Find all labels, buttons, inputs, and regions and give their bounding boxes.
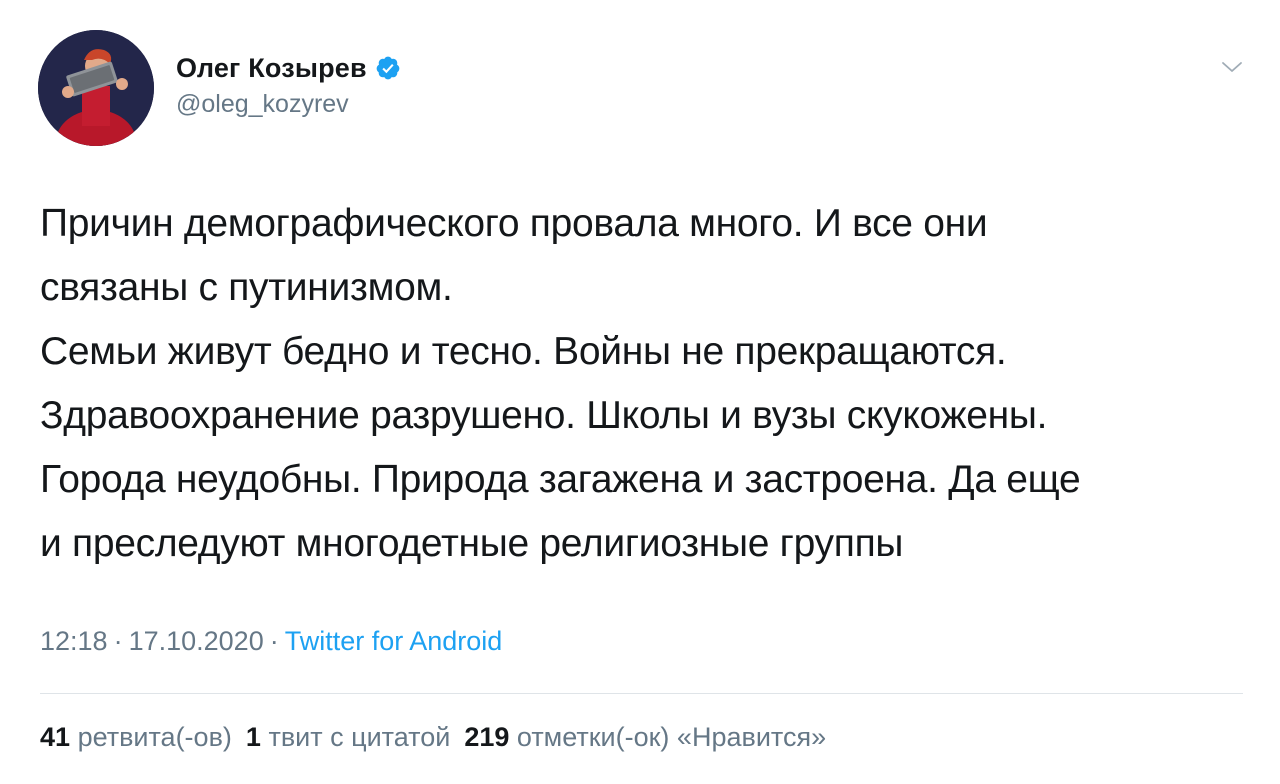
tweet-text-line: связаны с путинизмом. xyxy=(40,266,453,309)
tweet-text-line: Семьи живут бедно и тесно. Войны не прек… xyxy=(40,330,1007,373)
author-name-row: Олег Козырев xyxy=(176,50,401,86)
avatar[interactable] xyxy=(38,30,154,146)
author-handle[interactable]: @oleg_kozyrev xyxy=(176,90,349,119)
tweet-text-line: и преследуют многодетные религиозные гру… xyxy=(40,522,904,565)
tweet-text-line: Причин демографического провала много. И… xyxy=(40,202,988,245)
quotes-stat[interactable]: 1 твит с цитатой xyxy=(246,722,450,752)
retweets-stat[interactable]: 41 ретвита(-ов) xyxy=(40,722,232,752)
likes-label: отметки(-ок) «Нравится» xyxy=(516,722,827,752)
retweets-label: ретвита(-ов) xyxy=(77,722,232,752)
likes-stat[interactable]: 219 отметки(-ок) «Нравится» xyxy=(464,722,826,752)
tweet-source-link[interactable]: Twitter for Android xyxy=(285,626,503,656)
quotes-count: 1 xyxy=(245,722,261,752)
user-photo-icon xyxy=(38,30,154,146)
retweets-count: 41 xyxy=(40,722,71,752)
tweet-text: Причин демографического провала много. И… xyxy=(40,192,1250,576)
tweet-date[interactable]: 17.10.2020 xyxy=(129,626,264,656)
divider xyxy=(40,693,1243,694)
tweet-meta: 12:18 · 17.10.2020 · Twitter for Android xyxy=(40,626,502,657)
author-name[interactable]: Олег Козырев xyxy=(176,53,367,84)
tweet-time[interactable]: 12:18 xyxy=(40,626,108,656)
chevron-down-icon[interactable] xyxy=(1220,58,1244,76)
verified-badge-icon xyxy=(376,56,400,80)
quotes-label: твит с цитатой xyxy=(268,722,451,752)
likes-count: 219 xyxy=(464,722,510,752)
tweet-text-line: Города неудобны. Природа загажена и заст… xyxy=(40,458,1081,501)
meta-separator: · xyxy=(113,626,123,656)
tweet-stats: 41 ретвита(-ов) 1 твит с цитатой 219 отмет… xyxy=(40,722,840,753)
tweet-card: Олег Козырев @oleg_kozyrev Причин демогр… xyxy=(0,0,1280,784)
tweet-text-line: Здравоохранение разрушено. Школы и вузы … xyxy=(40,394,1048,437)
meta-separator: · xyxy=(269,626,279,656)
